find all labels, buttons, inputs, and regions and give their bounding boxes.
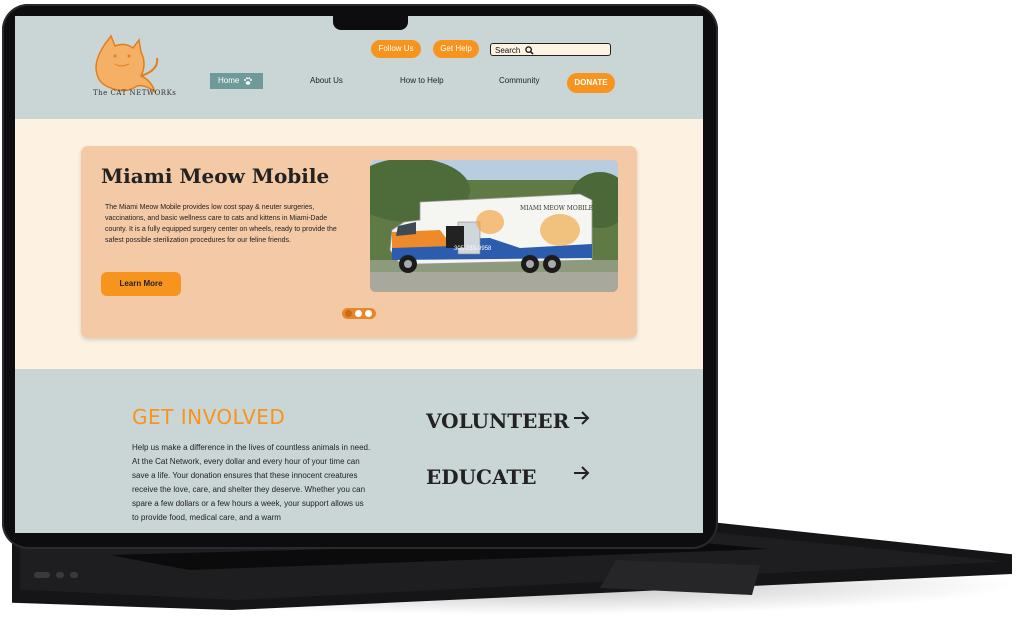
logo-wordmark: The CAT NETWORKs (93, 89, 177, 97)
hero-title: Miami Meow Mobile (101, 164, 330, 188)
nav-about-us[interactable]: About Us (310, 76, 343, 85)
nav-community[interactable]: Community (499, 76, 539, 85)
search-input[interactable]: Search (490, 43, 611, 56)
site-header: The CAT NETWORKs Follow Us Get Help Sear… (15, 16, 703, 119)
laptop-port (34, 572, 50, 578)
get-help-button[interactable]: Get Help (433, 40, 479, 58)
camera-notch (333, 16, 408, 30)
van-title-text: MIAMI MEOW MOBILE (520, 205, 593, 212)
search-placeholder: Search (495, 46, 521, 55)
arrow-right-icon[interactable] (573, 465, 591, 481)
donate-button[interactable]: DONATE (567, 73, 615, 93)
paw-icon (244, 77, 252, 85)
carousel-dot-1[interactable] (345, 310, 352, 317)
nav-how-to-help[interactable]: How to Help (400, 76, 444, 85)
hero-van-image: MIAMI MEOW MOBILE 305-233-9958 (370, 160, 618, 292)
carousel-dot-2[interactable] (355, 310, 362, 317)
get-involved-heading: GET INVOLVED (132, 405, 286, 429)
van-phone-text: 305-233-9958 (454, 246, 492, 252)
follow-us-button[interactable]: Follow Us (371, 40, 421, 58)
volunteer-link[interactable]: VOLUNTEER (426, 409, 569, 433)
educate-link[interactable]: EDUCATE (426, 465, 537, 489)
arrow-right-icon[interactable] (573, 410, 591, 426)
search-icon[interactable] (525, 46, 534, 55)
nav-home[interactable]: Home (210, 73, 263, 89)
laptop-port (70, 572, 78, 578)
carousel-indicators (342, 308, 376, 319)
hero-section: Miami Meow Mobile The Miami Meow Mobile … (15, 119, 703, 369)
get-involved-text: Help us make a difference in the lives o… (132, 443, 371, 522)
hero-description: The Miami Meow Mobile provides low cost … (105, 204, 337, 244)
laptop-port (56, 572, 64, 578)
nav-home-label: Home (218, 76, 240, 85)
get-involved-section: GET INVOLVED Help us make a difference i… (15, 369, 703, 533)
carousel-dot-3[interactable] (365, 310, 372, 317)
learn-more-button[interactable]: Learn More (101, 272, 181, 296)
website-screen: The CAT NETWORKs Follow Us Get Help Sear… (15, 16, 703, 533)
hero-card: Miami Meow Mobile The Miami Meow Mobile … (81, 146, 637, 338)
